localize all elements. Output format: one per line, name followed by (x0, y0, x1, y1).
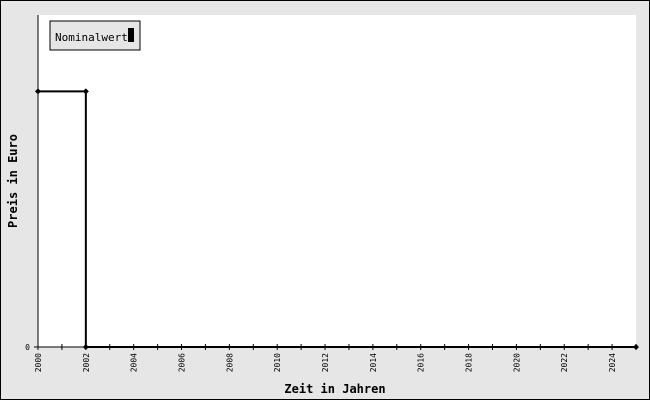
x-tick-label: 2020 (512, 353, 521, 372)
x-tick-label: 2006 (178, 353, 187, 372)
x-tick-label: 2002 (82, 353, 91, 372)
x-tick-label: 2014 (369, 353, 378, 372)
x-tick-label: 2012 (321, 353, 330, 372)
legend-swatch (128, 28, 134, 42)
x-tick-label: 2016 (417, 353, 426, 372)
legend: Nominalwert (49, 20, 141, 51)
legend-label: Nominalwert (55, 31, 128, 44)
y-axis-title: Preis in Euro (6, 134, 20, 228)
plot-area (38, 15, 636, 347)
x-tick-label: 2024 (608, 353, 617, 372)
x-tick-label: 2022 (560, 353, 569, 372)
x-tick-label: 2008 (225, 353, 234, 372)
y-tick-label: 0 (25, 343, 30, 352)
x-tick-label: 2004 (130, 353, 139, 372)
x-tick-label: 2010 (273, 353, 282, 372)
x-axis-title: Zeit in Jahren (284, 382, 385, 396)
x-tick-label: 2000 (34, 353, 43, 372)
chart-svg: 2000 2002 2004 2006 2008 2010 2012 2014 2016 2018… (6, 15, 639, 396)
x-tick-label: 2018 (465, 353, 474, 372)
